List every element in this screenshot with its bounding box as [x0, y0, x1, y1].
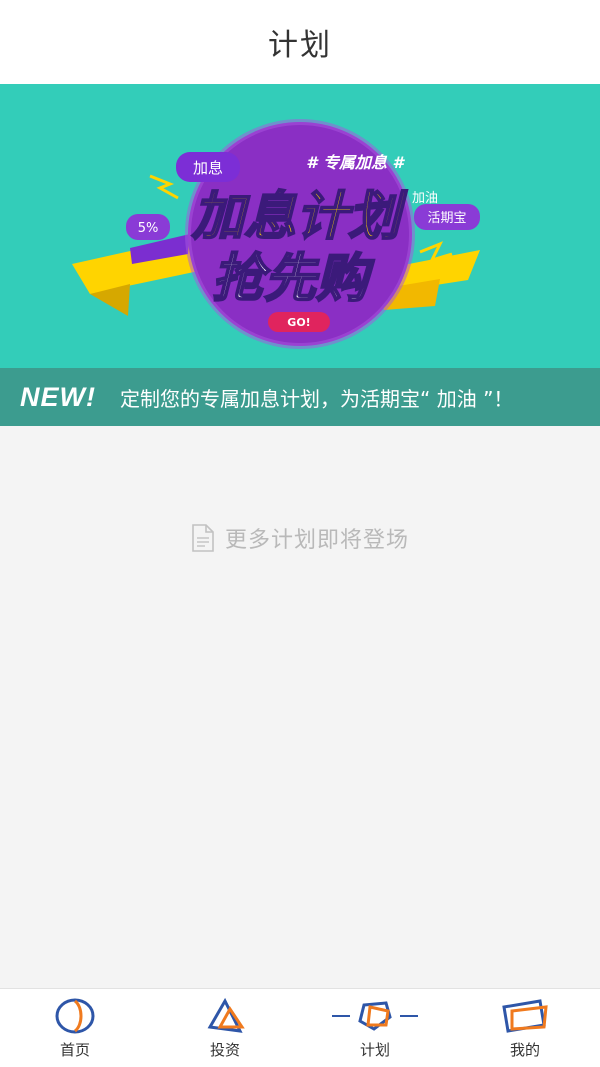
empty-state: 更多计划即将登场	[0, 522, 600, 554]
side-tag1-text: 加油	[412, 191, 438, 206]
plan-list-area: 更多计划即将登场	[0, 426, 600, 988]
tab-profile-label: 我的	[509, 1041, 540, 1059]
hashtag-text: # 专属加息 #	[306, 153, 405, 172]
page-title: 计划	[268, 28, 332, 63]
tab-profile[interactable]: 我的	[450, 989, 600, 1067]
bottom-tab-bar: 首页 投资 计划 我的	[0, 988, 600, 1067]
tab-plan-label: 计划	[359, 1041, 390, 1059]
tag-top-text: 加息	[193, 159, 223, 177]
banner-title-line1: 加息计划	[191, 187, 408, 247]
invest-icon	[207, 997, 245, 1033]
banner-illustration: 加息 # 专属加息 # 加息计划 抢先购 5% 加油 活期宝 GO!	[72, 119, 480, 349]
plan-icon	[332, 1001, 418, 1031]
side-tag2-text: 活期宝	[427, 211, 466, 226]
rate-tag-text: 5%	[138, 221, 159, 236]
top-header: 计划	[0, 0, 600, 84]
document-icon	[192, 524, 214, 552]
tab-invest-label: 投资	[209, 1041, 240, 1059]
empty-message: 更多计划即将登场	[224, 528, 409, 553]
tab-home-label: 首页	[59, 1041, 90, 1059]
tab-invest[interactable]: 投资	[150, 989, 300, 1067]
banner-title-line2: 抢先购	[212, 249, 375, 309]
tab-plan[interactable]: 计划	[300, 989, 450, 1067]
profile-icon	[502, 999, 548, 1033]
home-icon	[55, 998, 95, 1034]
tab-home[interactable]: 首页	[0, 989, 150, 1067]
promo-strip: NEW! 定制您的专属加息计划，为活期宝“ 加油 ”！	[0, 368, 600, 426]
promo-text: 定制您的专属加息计划，为活期宝“ 加油 ”！	[120, 386, 514, 411]
new-badge: NEW!	[20, 381, 96, 412]
promo-banner[interactable]: 加息 # 专属加息 # 加息计划 抢先购 5% 加油 活期宝 GO! NEW! …	[0, 84, 600, 426]
go-button-text: GO!	[287, 316, 310, 329]
